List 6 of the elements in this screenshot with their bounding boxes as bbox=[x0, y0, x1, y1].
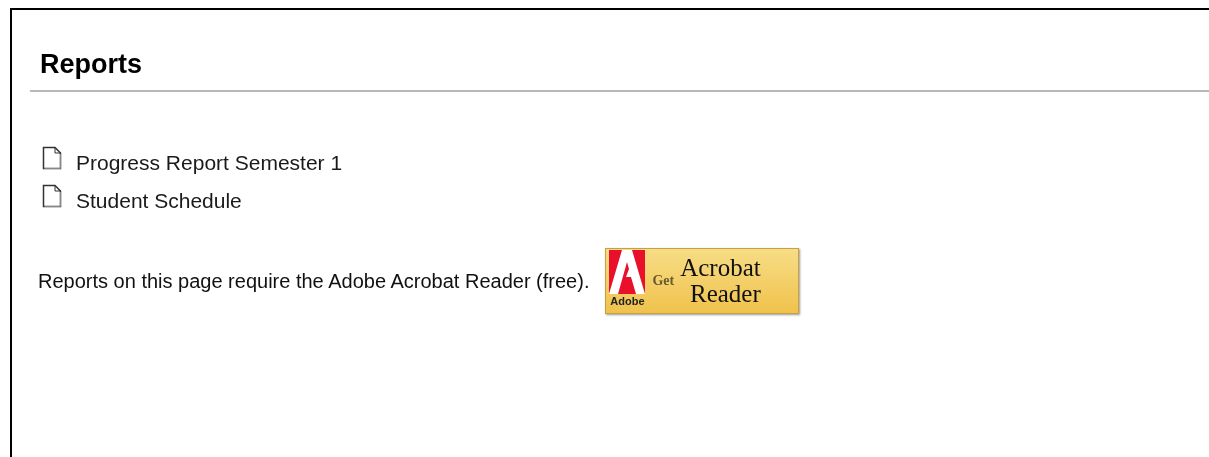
report-link[interactable]: Student Schedule bbox=[76, 189, 242, 213]
document-icon bbox=[42, 146, 62, 170]
page-heading: Reports bbox=[40, 48, 142, 80]
acrobat-note: Reports on this page require the Adobe Acrobat Reader (free). bbox=[38, 269, 590, 293]
report-link[interactable]: Progress Report Semester 1 bbox=[76, 151, 343, 175]
document-icon bbox=[42, 184, 62, 208]
